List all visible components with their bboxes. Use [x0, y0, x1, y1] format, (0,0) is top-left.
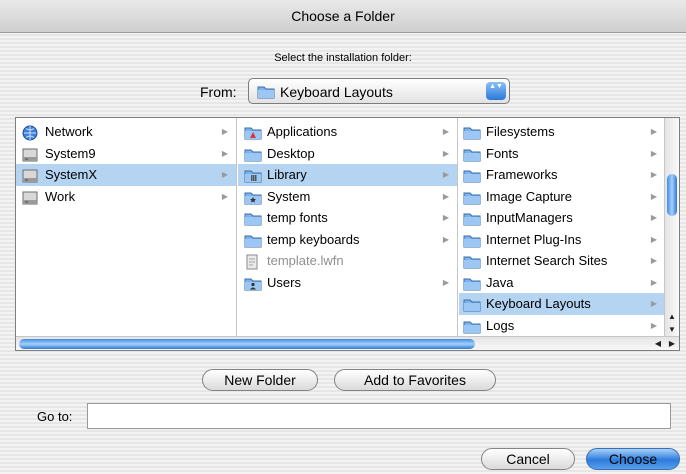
- new-folder-button[interactable]: New Folder: [202, 369, 318, 391]
- list-item-label: Logs: [486, 317, 515, 333]
- disclosure-arrow-icon: ▶: [650, 320, 657, 330]
- disclosure-arrow-icon: ▶: [650, 234, 657, 244]
- list-item[interactable]: Desktop ▶: [238, 143, 457, 165]
- disclosure-arrow-icon: ▶: [650, 299, 657, 308]
- horizontal-scrollbar[interactable]: ◀ ▶: [16, 336, 679, 350]
- choose-label: Choose: [608, 451, 658, 467]
- list-item[interactable]: Filesystems ▶: [459, 121, 665, 143]
- scroll-down-arrow-icon[interactable]: ▼: [668, 325, 676, 334]
- list-item-label: Internet Search Sites: [486, 253, 608, 268]
- cancel-button[interactable]: Cancel: [481, 448, 575, 470]
- disclosure-arrow-icon: ▶: [221, 148, 228, 158]
- list-item-label: Image Capture: [486, 188, 572, 204]
- folder-icon: [257, 84, 275, 102]
- list-item[interactable]: System ▶: [238, 186, 457, 208]
- list-item[interactable]: InputManagers ▶: [459, 207, 665, 229]
- list-item-label: Users: [267, 274, 301, 290]
- list-item[interactable]: template.lwfn: [238, 250, 457, 272]
- disclosure-arrow-icon: ▶: [650, 148, 657, 158]
- browser-column-2[interactable]: Applications ▶ Desktop ▶ Library ▶ System ▶ temp…: [238, 118, 458, 336]
- disclosure-arrow-icon: ▶: [442, 191, 449, 201]
- goto-input[interactable]: [87, 403, 671, 429]
- disclosure-arrow-icon: ▶: [442, 148, 449, 158]
- disclosure-arrow-icon: ▶: [650, 256, 657, 265]
- list-item[interactable]: Users ▶: [238, 272, 457, 294]
- disclosure-arrow-icon: ▶: [442, 213, 449, 222]
- disclosure-arrow-icon: ▶: [650, 277, 657, 287]
- vertical-scrollbar[interactable]: ▲ ▼: [664, 118, 679, 336]
- list-item[interactable]: Internet Plug-Ins ▶: [459, 229, 665, 251]
- list-item[interactable]: Frameworks ▶: [459, 164, 665, 186]
- disclosure-arrow-icon: ▶: [442, 127, 449, 136]
- scroll-right-arrow-icon[interactable]: ▶: [669, 339, 675, 348]
- list-item[interactable]: Work ▶: [16, 186, 236, 208]
- popup-arrows-icon: ▲▼: [486, 82, 506, 100]
- list-item-label: Network: [45, 124, 93, 139]
- disclosure-arrow-icon: ▶: [650, 170, 657, 179]
- list-item[interactable]: Image Capture ▶: [459, 186, 665, 208]
- disclosure-arrow-icon: ▶: [221, 127, 228, 136]
- goto-label: Go to:: [37, 409, 73, 424]
- list-item-label: Work: [45, 188, 76, 204]
- disclosure-arrow-icon: ▶: [442, 234, 449, 244]
- list-item[interactable]: Java ▶: [459, 272, 665, 294]
- prompt-text: Select the installation folder:: [274, 52, 412, 64]
- browser-column-3[interactable]: Filesystems ▶ Fonts ▶ Frameworks ▶ Image Captu…: [459, 118, 665, 336]
- add-to-favorites-label: Add to Favorites: [364, 372, 466, 388]
- from-label: From:: [200, 84, 237, 100]
- add-to-favorites-button[interactable]: Add to Favorites: [334, 369, 496, 391]
- from-popup-menu[interactable]: Keyboard Layouts ▲▼: [248, 78, 510, 104]
- disclosure-arrow-icon: ▶: [442, 277, 449, 287]
- list-item-label: Library: [267, 167, 307, 182]
- disclosure-arrow-icon: ▶: [650, 213, 657, 222]
- scroll-up-arrow-icon[interactable]: ▲: [668, 312, 676, 321]
- list-item-label: Frameworks: [486, 167, 558, 182]
- list-item-label: Desktop: [267, 145, 315, 161]
- list-item-label: SystemX: [45, 167, 98, 182]
- list-item[interactable]: Library ▶: [238, 164, 457, 186]
- vertical-scroll-thumb[interactable]: [667, 174, 677, 216]
- disclosure-arrow-icon: ▶: [650, 127, 657, 136]
- list-item-label: Filesystems: [486, 124, 555, 139]
- list-item[interactable]: Applications ▶: [238, 121, 457, 143]
- list-item[interactable]: Keyboard Layouts ▶: [459, 293, 665, 315]
- cancel-label: Cancel: [506, 451, 550, 467]
- list-item-label: Keyboard Layouts: [486, 296, 591, 311]
- list-item[interactable]: Network ▶: [16, 121, 236, 143]
- new-folder-label: New Folder: [224, 372, 296, 388]
- disclosure-arrow-icon: ▶: [650, 191, 657, 201]
- list-item-label: Fonts: [486, 145, 519, 161]
- list-item-label: InputManagers: [486, 210, 573, 225]
- disclosure-arrow-icon: ▶: [221, 170, 228, 179]
- list-item[interactable]: Internet Search Sites ▶: [459, 250, 665, 272]
- window-title-bar[interactable]: Choose a Folder: [0, 0, 686, 33]
- list-item-label: Internet Plug-Ins: [486, 231, 582, 247]
- column-browser[interactable]: Network ▶ System9 ▶ SystemX ▶ Work ▶ Applicatio…: [15, 117, 680, 351]
- users-folder-icon: [244, 276, 262, 298]
- list-item[interactable]: System9 ▶: [16, 143, 236, 165]
- list-item[interactable]: SystemX ▶: [16, 164, 236, 186]
- disclosure-arrow-icon: ▶: [221, 191, 228, 201]
- list-item-label: temp fonts: [267, 210, 328, 225]
- choose-button[interactable]: Choose: [586, 448, 680, 470]
- list-item[interactable]: temp keyboards ▶: [238, 229, 457, 251]
- list-item-label: Applications: [267, 124, 338, 139]
- hard-drive-icon: [22, 190, 38, 213]
- horizontal-scroll-thumb[interactable]: [19, 339, 475, 349]
- disclosure-arrow-icon: ▶: [442, 170, 449, 179]
- list-item-label: template.lwfn: [267, 253, 344, 268]
- list-item-label: temp keyboards: [267, 231, 360, 247]
- window-title: Choose a Folder: [291, 8, 395, 24]
- list-item-label: Java: [486, 274, 514, 290]
- list-item[interactable]: Logs ▶: [459, 315, 665, 337]
- list-item-label: System: [267, 188, 311, 204]
- scroll-left-arrow-icon[interactable]: ◀: [655, 339, 661, 348]
- list-item[interactable]: temp fonts ▶: [238, 207, 457, 229]
- browser-column-1[interactable]: Network ▶ System9 ▶ SystemX ▶ Work ▶: [16, 118, 237, 336]
- list-item[interactable]: Fonts ▶: [459, 143, 665, 165]
- from-popup-value: Keyboard Layouts: [280, 84, 393, 100]
- list-item-label: System9: [45, 145, 96, 161]
